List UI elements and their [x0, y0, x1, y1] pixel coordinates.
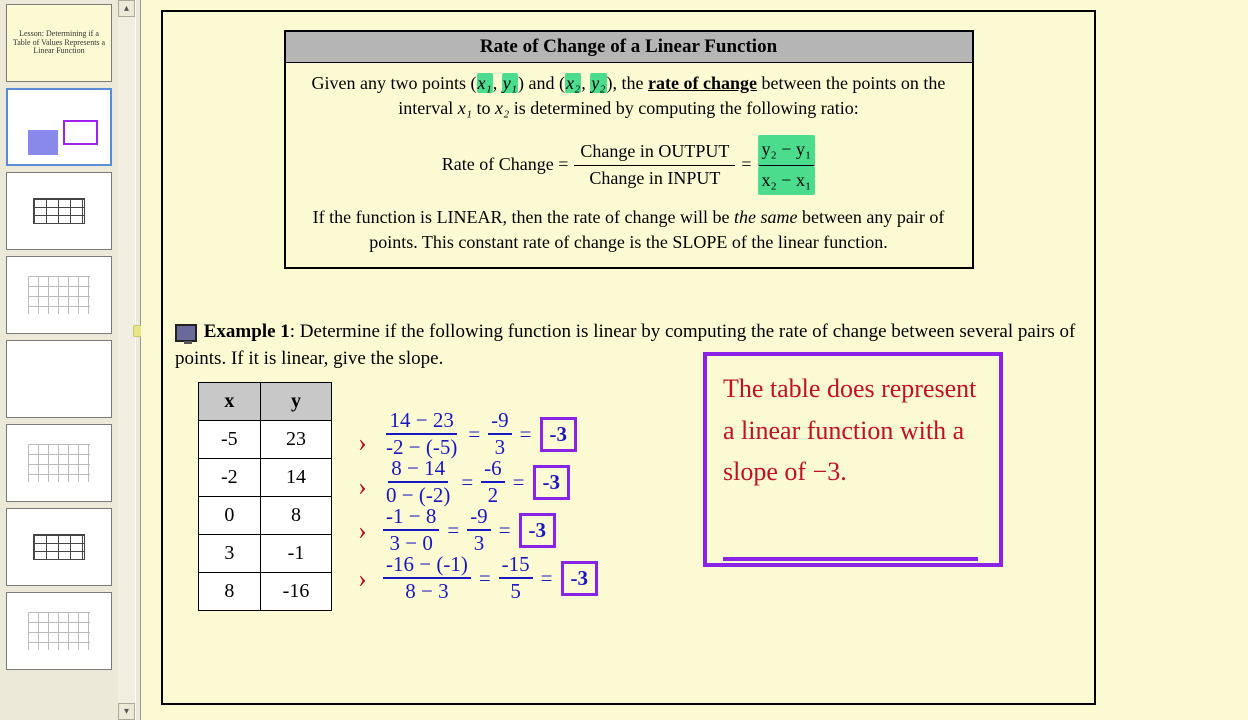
frac-num: -15	[499, 552, 533, 579]
work-row: -1 − 83 − 0 = -93 = -3	[383, 506, 598, 554]
point1-x: x₁	[477, 73, 493, 93]
values-table: x y -523 -214 08 3-1 8-16	[198, 382, 332, 611]
thumbnail-3[interactable]	[6, 172, 112, 250]
frac-num: -1 − 8	[383, 504, 439, 531]
frac-den: 3	[471, 531, 488, 556]
def-text: If the function is LINEAR, then the rate…	[313, 207, 734, 227]
cell-y: -1	[260, 535, 332, 573]
thumbnail-6[interactable]	[6, 424, 112, 502]
equals-sign: =	[741, 152, 751, 177]
frac-den: 8 − 3	[402, 579, 451, 604]
handwritten-work: 14 − 23-2 − (-5) = -93 = -3 8 − 140 − (-…	[383, 410, 598, 602]
formula-denominator: Change in INPUT	[583, 166, 726, 191]
definition-title: Rate of Change of a Linear Function	[286, 32, 972, 63]
roc-numerator: y₂ − y₁	[758, 135, 816, 165]
point1-y: y₁	[502, 73, 518, 93]
definition-box: Rate of Change of a Linear Function Give…	[284, 30, 974, 269]
point2-y: y₂	[590, 73, 606, 93]
slide-page: Rate of Change of a Linear Function Give…	[161, 10, 1096, 705]
thumbnail-scrollbar[interactable]: ▴ ▾	[118, 0, 135, 720]
arrow-icon: ›	[358, 428, 367, 458]
cell-y: 14	[260, 459, 332, 497]
arrow-icon: ›	[358, 516, 367, 546]
work-row: 8 − 140 − (-2) = -62 = -3	[383, 458, 598, 506]
result-box: -3	[540, 417, 578, 452]
thumbnail-7[interactable]	[6, 508, 112, 586]
table-header-y: y	[260, 383, 332, 421]
example-label: Example 1	[204, 321, 290, 342]
frac-den: 5	[507, 579, 524, 604]
thumbnail-5[interactable]	[6, 340, 112, 418]
cell-x: -5	[199, 421, 261, 459]
interval-x2: x₂	[495, 98, 509, 118]
definition-body: Given any two points (x₁, y₁) and (x₂, y…	[286, 63, 972, 267]
cell-y: -16	[260, 573, 332, 611]
thumbnail-list: Lesson: Determining if a Table of Values…	[0, 0, 118, 720]
interval-x1: x₁	[458, 98, 472, 118]
cell-x: -2	[199, 459, 261, 497]
thumbnail-4[interactable]	[6, 256, 112, 334]
formula-numerator: Change in OUTPUT	[574, 139, 735, 165]
thumbnail-1-title-slide[interactable]: Lesson: Determining if a Table of Values…	[6, 4, 112, 82]
thumbnail-2-current[interactable]	[6, 88, 112, 166]
the-same: the same	[734, 207, 797, 227]
cell-x: 3	[199, 535, 261, 573]
table-header-x: x	[199, 383, 261, 421]
frac-num: -16 − (-1)	[383, 552, 471, 579]
frac-num: -9	[467, 504, 491, 531]
conclusion-text: The table does represent a linear functi…	[707, 356, 999, 505]
scroll-down-button[interactable]: ▾	[118, 703, 135, 720]
result-box: -3	[519, 513, 557, 548]
formula-left: Rate of Change =	[442, 152, 569, 177]
rate-of-change-formula: Rate of Change = Change in OUTPUT Change…	[302, 135, 956, 194]
slide-canvas: Rate of Change of a Linear Function Give…	[141, 0, 1248, 720]
cell-x: 0	[199, 497, 261, 535]
def-text: is determined by computing the following…	[509, 98, 858, 118]
arrow-icon: ›	[358, 564, 367, 594]
rate-of-change-label: rate of change	[648, 73, 757, 93]
work-row: -16 − (-1)8 − 3 = -155 = -3	[383, 554, 598, 602]
frac-num: -6	[481, 456, 505, 483]
conclusion-box: The table does represent a linear functi…	[703, 352, 1003, 567]
point2-x: x₂	[565, 73, 581, 93]
conclusion-underline	[723, 557, 978, 561]
frac-num: 14 − 23	[386, 408, 456, 435]
cell-x: 8	[199, 573, 261, 611]
arrow-icon: ›	[358, 472, 367, 502]
scroll-up-button[interactable]: ▴	[118, 0, 135, 17]
frac-num: 8 − 14	[388, 456, 448, 483]
def-text: Given any two points (	[312, 73, 477, 93]
cell-y: 23	[260, 421, 332, 459]
slide-thumbnail-panel: Lesson: Determining if a Table of Values…	[0, 0, 135, 720]
frac-num: -9	[488, 408, 512, 435]
def-text: ) and (	[518, 73, 565, 93]
work-row: 14 − 23-2 − (-5) = -93 = -3	[383, 410, 598, 458]
def-text: to	[472, 98, 495, 118]
result-box: -3	[561, 561, 599, 596]
thumbnail-8[interactable]	[6, 592, 112, 670]
monitor-icon	[175, 324, 197, 342]
def-text: ), the	[607, 73, 648, 93]
result-box: -3	[533, 465, 571, 500]
cell-y: 8	[260, 497, 332, 535]
roc-denominator: x₂ − x₁	[758, 166, 816, 195]
